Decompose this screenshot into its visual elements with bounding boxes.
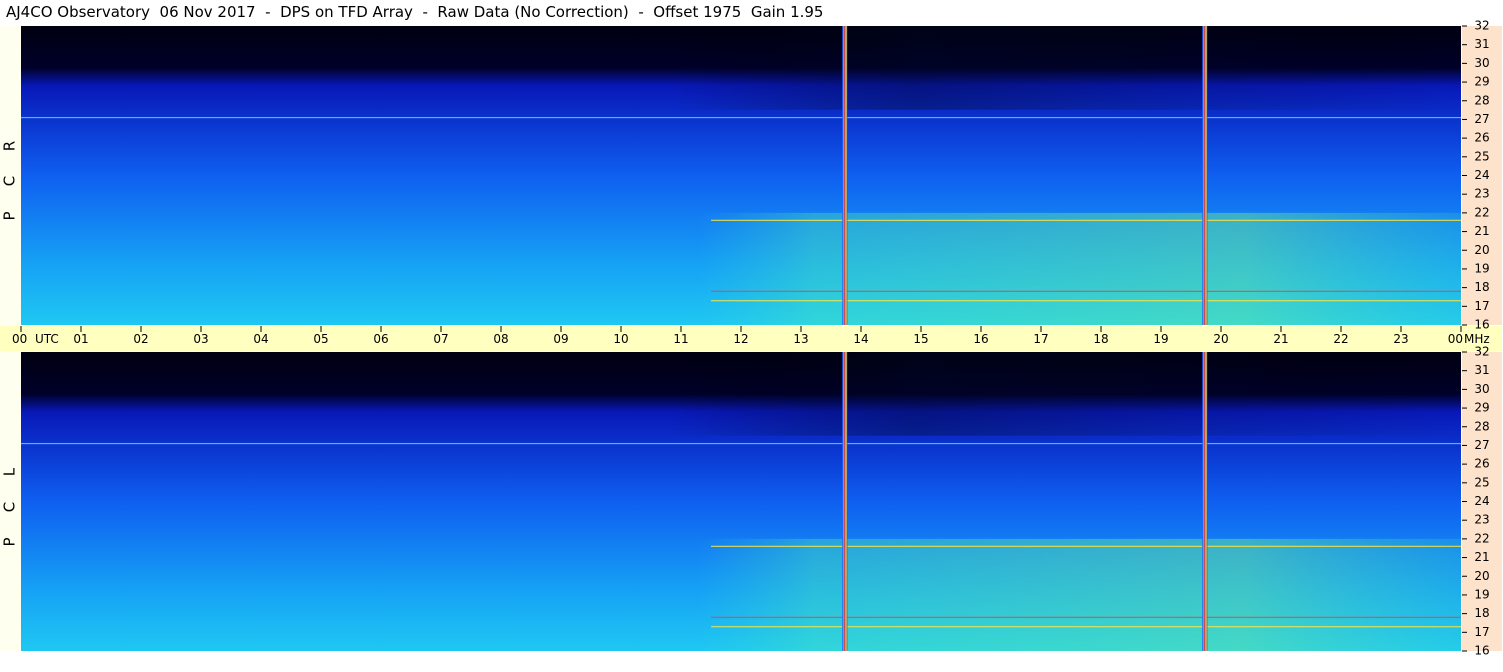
x-tick-label: 11 [673, 332, 688, 346]
y-tick-label: 30 [1474, 382, 1489, 396]
y-tick-label: 23 [1474, 187, 1489, 201]
x-tick-label: 06 [373, 332, 388, 346]
y-tick-label: 22 [1474, 205, 1489, 219]
x-tick-label: 07 [433, 332, 448, 346]
horizontal-interference-line [711, 219, 1461, 221]
horizontal-interference-line [711, 626, 1461, 628]
vertical-interference-line [842, 26, 848, 325]
x-tick-label: 18 [1093, 332, 1108, 346]
panel-label-letter: R [1, 141, 19, 151]
x-tick-label: 05 [313, 332, 328, 346]
y-tick-label: 20 [1474, 569, 1489, 583]
y-tick-label: 17 [1474, 299, 1489, 313]
x-tick-label: 08 [493, 332, 508, 346]
x-tick-label: 04 [253, 332, 268, 346]
y-tick-label: 16 [1474, 644, 1489, 658]
vertical-interference-line [1202, 26, 1208, 325]
y-tick-label: 29 [1474, 75, 1489, 89]
y-tick-label: 20 [1474, 243, 1489, 257]
x-tick-label: 00 [1448, 332, 1463, 346]
x-tick-label: 12 [733, 332, 748, 346]
panel-lcp: L C P [1, 352, 1461, 651]
y-tick-label: 18 [1474, 606, 1489, 620]
x-tick-label: 14 [853, 332, 868, 346]
x-tick-label: 00 [12, 332, 27, 346]
x-tick-label: 02 [133, 332, 148, 346]
daytime-noise-shade [21, 212, 1461, 325]
y-tick-label: 22 [1474, 531, 1489, 545]
y-tick-label: 30 [1474, 56, 1489, 70]
horizontal-interference-line [21, 116, 1461, 119]
y-tick-label: 31 [1474, 37, 1489, 51]
horizontal-interference-line [711, 545, 1461, 547]
daytime-absorption-shade [21, 26, 1461, 110]
y-tick-label: 24 [1474, 494, 1489, 508]
y-tick-label: 17 [1474, 625, 1489, 639]
time-band [0, 326, 1461, 351]
y-tick-label: 27 [1474, 438, 1489, 452]
panel-label-letter: P [1, 211, 19, 220]
y-tick-label: 31 [1474, 363, 1489, 377]
daytime-absorption-shade [21, 352, 1461, 436]
y-tick-label: 28 [1474, 93, 1489, 107]
y-tick-label: 23 [1474, 513, 1489, 527]
y-tick-label: 25 [1474, 475, 1489, 489]
panel-label-letter: C [1, 502, 19, 512]
horizontal-interference-line [21, 442, 1461, 445]
y-tick-label: 28 [1474, 419, 1489, 433]
y-tick-label: 27 [1474, 112, 1489, 126]
y-tick-label: 18 [1474, 280, 1489, 294]
x-tick-label: 09 [553, 332, 568, 346]
vertical-interference-line [1202, 352, 1208, 651]
y-tick-label: 21 [1474, 550, 1489, 564]
x-tick-label: 15 [913, 332, 928, 346]
x-tick-label: 16 [973, 332, 988, 346]
x-tick-label: 22 [1333, 332, 1348, 346]
panel-label-letter: L [1, 467, 19, 476]
y-tick-label: 25 [1474, 149, 1489, 163]
y-tick-label: 19 [1474, 261, 1489, 275]
y-tick-label: 32 [1474, 19, 1489, 33]
x-tick-label: 10 [613, 332, 628, 346]
daytime-noise-shade [21, 538, 1461, 651]
horizontal-interference-line [711, 290, 1461, 292]
x-tick-label: 21 [1273, 332, 1288, 346]
y-tick-label: 16 [1474, 318, 1489, 332]
time-axis-band: 00 01 02 03 04 05 06 07 08 09 10 11 12 13 14 15 16 17 18 19… [0, 326, 1502, 351]
y-tick-label: 24 [1474, 168, 1489, 182]
x-tick-label: 17 [1033, 332, 1048, 346]
x-tick-label: 03 [193, 332, 208, 346]
y-tick-label: 26 [1474, 457, 1489, 471]
x-tick-label: 13 [793, 332, 808, 346]
y-tick-label: 21 [1474, 224, 1489, 238]
y-tick-label: 29 [1474, 401, 1489, 415]
x-tick-label: 19 [1153, 332, 1168, 346]
x-tick-label: 01 [73, 332, 88, 346]
panel-rcp: R C P [1, 26, 1461, 325]
y-tick-label: 26 [1474, 131, 1489, 145]
panel-label-letter: P [1, 537, 19, 546]
horizontal-interference-line [711, 300, 1461, 302]
y-tick-label: 19 [1474, 587, 1489, 601]
spectrogram-figure: R C P L C P 00 01 02 03 04 05 06 07 08 09 10 11 12 13 14 15 1… [0, 19, 1502, 658]
y-tick-label: 32 [1474, 345, 1489, 359]
x-unit-label: UTC [35, 332, 59, 346]
x-tick-label: 20 [1213, 332, 1228, 346]
panel-label-letter: C [1, 176, 19, 186]
vertical-interference-line [842, 352, 848, 651]
x-tick-label: 23 [1393, 332, 1408, 346]
horizontal-interference-line [711, 616, 1461, 618]
